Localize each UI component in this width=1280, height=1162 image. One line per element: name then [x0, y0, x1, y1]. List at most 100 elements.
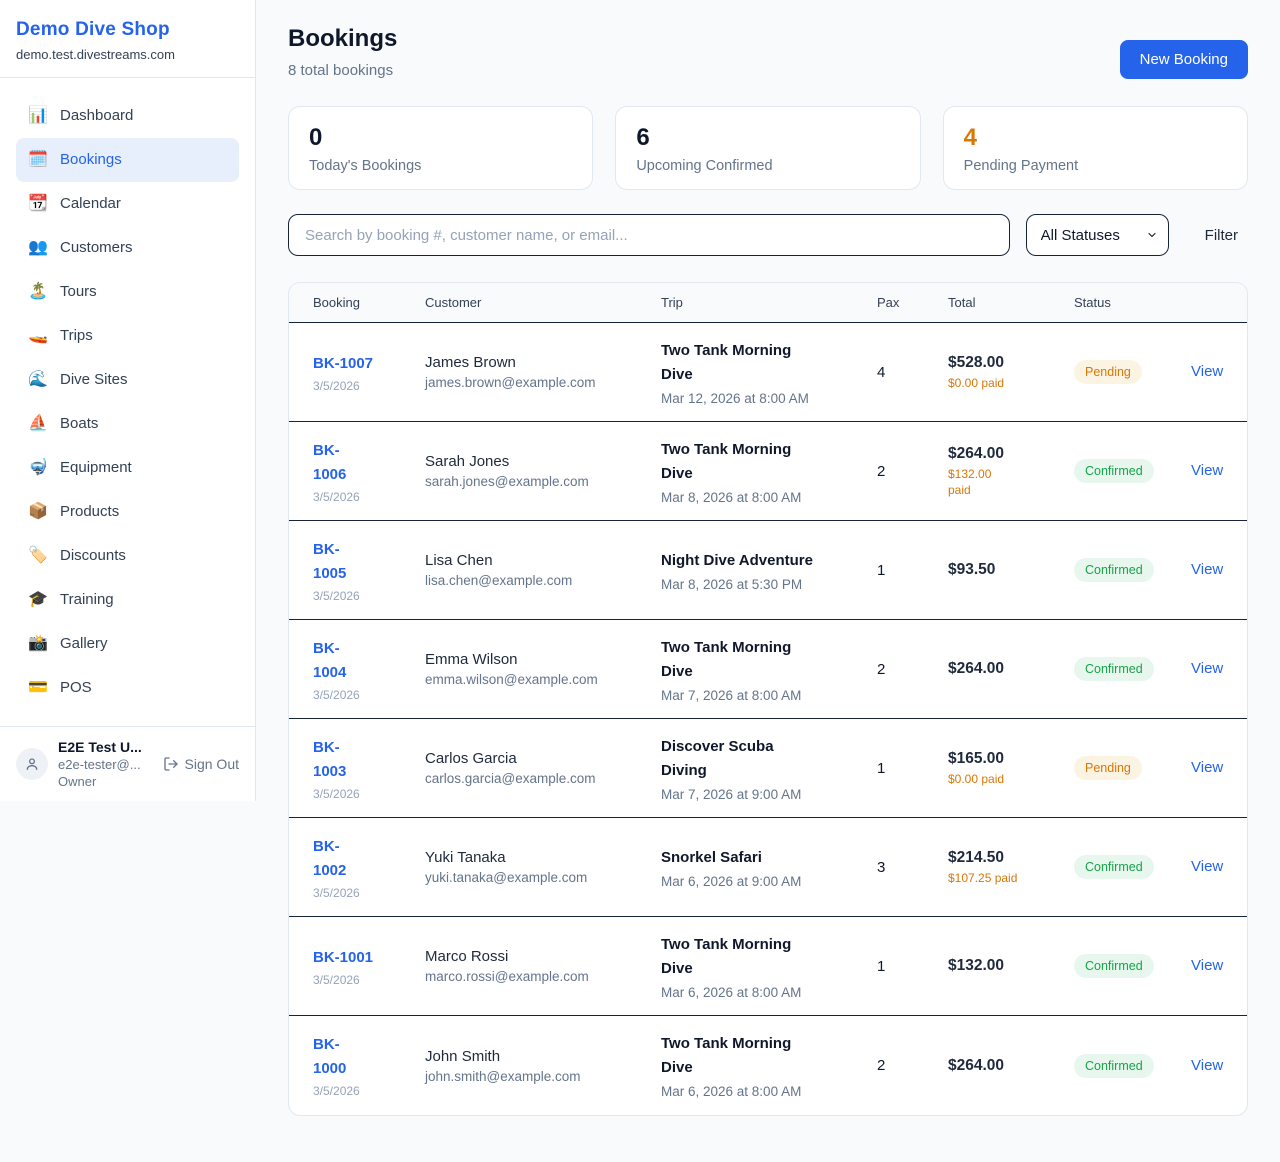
products-icon: 📦 — [28, 500, 48, 524]
sidebar-item-label: Trips — [60, 324, 93, 348]
sidebar-item-tours[interactable]: 🏝️ Tours — [16, 270, 239, 314]
sidebar-item-calendar[interactable]: 📆 Calendar — [16, 182, 239, 226]
sidebar-item-training[interactable]: 🎓 Training — [16, 578, 239, 622]
column-header-pax: Pax — [877, 295, 948, 310]
action-cell: View — [1191, 1057, 1223, 1075]
sidebar-item-trips[interactable]: 🚤 Trips — [16, 314, 239, 358]
trip-name: Two Tank Morning Dive — [661, 438, 853, 486]
sidebar-item-bookings[interactable]: 🗓️ Bookings — [16, 138, 239, 182]
booking-id-link[interactable]: BK- 1004 — [313, 637, 346, 685]
sidebar-item-label: Products — [60, 500, 119, 524]
column-header-customer: Customer — [425, 295, 661, 310]
sidebar-item-boats[interactable]: ⛵ Boats — [16, 402, 239, 446]
sidebar-item-label: Calendar — [60, 192, 121, 216]
user-role: Owner — [58, 774, 142, 789]
booking-id-link[interactable]: BK- 1005 — [313, 538, 346, 586]
new-booking-button[interactable]: New Booking — [1120, 40, 1248, 79]
sidebar-item-label: POS — [60, 676, 92, 700]
pax-count: 1 — [877, 958, 948, 975]
sidebar-item-label: Boats — [60, 412, 98, 436]
status-cell: Confirmed — [1074, 558, 1191, 582]
calendar-icon: 📆 — [28, 192, 48, 216]
boats-icon: ⛵ — [28, 412, 48, 436]
booking-date: 3/5/2026 — [313, 787, 425, 801]
sidebar-item-dashboard[interactable]: 📊 Dashboard — [16, 94, 239, 138]
view-link[interactable]: View — [1191, 561, 1223, 578]
sidebar-item-products[interactable]: 📦 Products — [16, 490, 239, 534]
action-cell: View — [1191, 957, 1223, 975]
sidebar-item-customers[interactable]: 👥 Customers — [16, 226, 239, 270]
booking-id-link[interactable]: BK- 1002 — [313, 835, 346, 883]
booking-id-link[interactable]: BK- 1006 — [313, 439, 346, 487]
pax-count: 3 — [877, 859, 948, 876]
action-cell: View — [1191, 759, 1223, 777]
sidebar-item-discounts[interactable]: 🏷️ Discounts — [16, 534, 239, 578]
sidebar-item-label: Dashboard — [60, 104, 133, 128]
view-link[interactable]: View — [1191, 858, 1223, 875]
view-link[interactable]: View — [1191, 660, 1223, 677]
column-header-total: Total — [948, 295, 1074, 310]
trip-cell: Snorkel Safari Mar 6, 2026 at 9:00 AM — [661, 846, 877, 889]
customer-cell: John Smith john.smith@example.com — [425, 1048, 661, 1084]
status-filter[interactable]: All Statuses — [1026, 214, 1169, 256]
search-input[interactable] — [288, 214, 1010, 256]
trip-name: Two Tank Morning Dive — [661, 1032, 853, 1080]
pax-count: 1 — [877, 562, 948, 579]
status-cell: Confirmed — [1074, 1054, 1191, 1078]
sidebar-item-equipment[interactable]: 🤿 Equipment — [16, 446, 239, 490]
person-icon — [24, 756, 40, 772]
total-cell: $264.00 $132.00 paid — [948, 445, 1074, 498]
booking-id-link[interactable]: BK- 1003 — [313, 736, 346, 784]
status-badge: Confirmed — [1074, 954, 1154, 978]
trip-cell: Two Tank Morning Dive Mar 6, 2026 at 8:0… — [661, 1032, 877, 1099]
filter-button[interactable]: Filter — [1195, 227, 1248, 244]
pax-count: 2 — [877, 1057, 948, 1074]
stat-card-todays-bookings: 0 Today's Bookings — [288, 106, 593, 190]
booking-id-link[interactable]: BK- 1000 — [313, 1033, 346, 1081]
total-cell: $93.50 — [948, 561, 1074, 579]
user-section: E2E Test U... e2e-tester@... Owner Sign … — [0, 726, 255, 801]
total-amount: $93.50 — [948, 561, 1074, 579]
sidebar-item-dive-sites[interactable]: 🌊 Dive Sites — [16, 358, 239, 402]
sidebar-item-pos[interactable]: 💳 POS — [16, 666, 239, 710]
booking-cell: BK- 1004 3/5/2026 — [313, 637, 425, 702]
table-row: BK- 1002 3/5/2026 Yuki Tanaka yuki.tanak… — [289, 818, 1247, 917]
view-link[interactable]: View — [1191, 462, 1223, 479]
sidebar-item-label: Customers — [60, 236, 133, 260]
status-filter-select[interactable]: All Statuses — [1027, 215, 1168, 255]
pax-count: 2 — [877, 463, 948, 480]
booking-id-link[interactable]: BK-1007 — [313, 352, 373, 376]
view-link[interactable]: View — [1191, 957, 1223, 974]
table-row: BK-1001 3/5/2026 Marco Rossi marco.rossi… — [289, 917, 1247, 1016]
pax-count: 1 — [877, 760, 948, 777]
bookings-table: BookingCustomerTripPaxTotalStatus BK-100… — [288, 282, 1248, 1116]
stat-label: Today's Bookings — [309, 158, 572, 174]
customer-cell: Sarah Jones sarah.jones@example.com — [425, 453, 661, 489]
view-link[interactable]: View — [1191, 1057, 1223, 1074]
booking-date: 3/5/2026 — [313, 886, 425, 900]
booking-date: 3/5/2026 — [313, 379, 425, 393]
booking-id-link[interactable]: BK-1001 — [313, 946, 373, 970]
booking-cell: BK- 1000 3/5/2026 — [313, 1033, 425, 1098]
stat-label: Upcoming Confirmed — [636, 158, 899, 174]
trip-cell: Discover Scuba Diving Mar 7, 2026 at 9:0… — [661, 735, 877, 802]
status-cell: Confirmed — [1074, 657, 1191, 681]
customer-email: sarah.jones@example.com — [425, 474, 661, 489]
view-link[interactable]: View — [1191, 759, 1223, 776]
status-cell: Pending — [1074, 360, 1191, 384]
customer-name: Marco Rossi — [425, 948, 661, 965]
action-cell: View — [1191, 462, 1223, 480]
total-amount: $264.00 — [948, 1057, 1074, 1075]
page-header: Bookings 8 total bookings New Booking — [288, 24, 1248, 79]
stat-value: 6 — [636, 123, 899, 153]
stat-value: 4 — [964, 123, 1227, 153]
stats-cards: 0 Today's Bookings 6 Upcoming Confirmed … — [288, 106, 1248, 190]
sidebar-item-gallery[interactable]: 📸 Gallery — [16, 622, 239, 666]
sign-out-icon — [163, 756, 179, 772]
customer-email: yuki.tanaka@example.com — [425, 870, 661, 885]
total-cell: $132.00 — [948, 957, 1074, 975]
sign-out-button[interactable]: Sign Out — [163, 756, 239, 772]
status-cell: Confirmed — [1074, 954, 1191, 978]
total-amount: $165.00 — [948, 750, 1074, 768]
view-link[interactable]: View — [1191, 363, 1223, 380]
